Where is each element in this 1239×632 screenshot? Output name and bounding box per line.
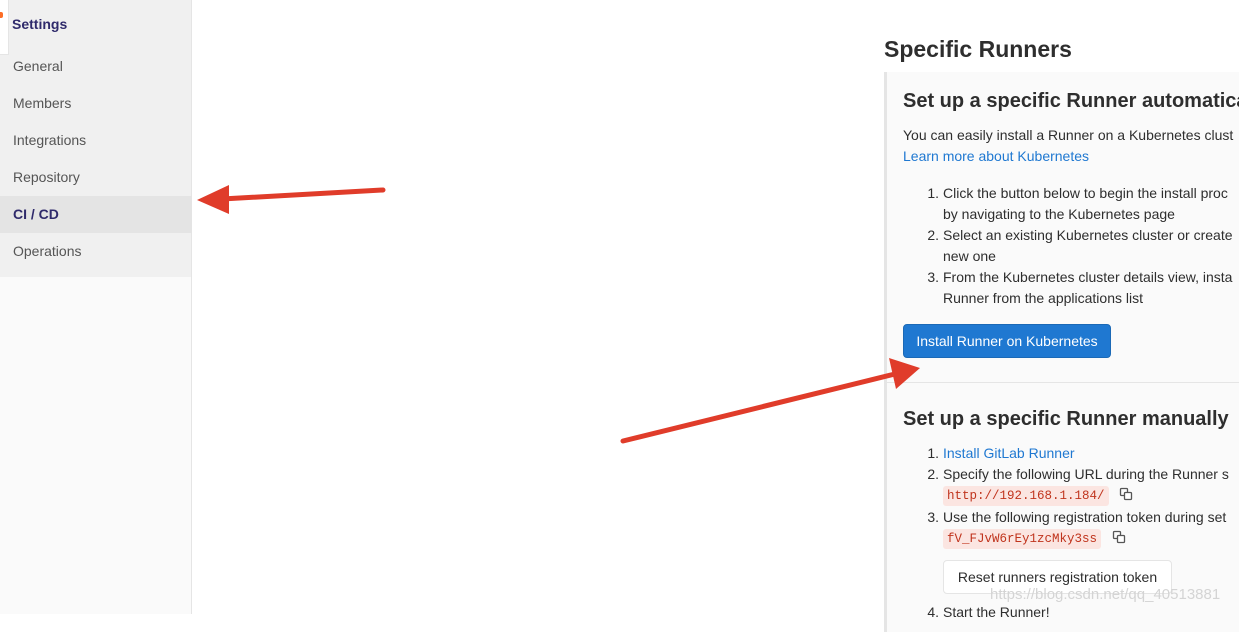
- sidebar-accent-mark: [0, 12, 3, 18]
- sidebar-item-members[interactable]: Members: [0, 85, 192, 122]
- auto-step-text: From the Kubernetes cluster details view…: [943, 269, 1233, 285]
- page-title: Specific Runners: [884, 36, 1072, 62]
- auto-setup-intro: You can easily install a Runner on a Kub…: [903, 127, 1234, 143]
- manual-step-number: 4.: [927, 604, 939, 620]
- manual-step-number: 3.: [927, 509, 939, 525]
- registration-token-code: fV_FJvW6rEy1zcMky3ss: [943, 529, 1102, 549]
- auto-step-number: 1.: [927, 185, 939, 201]
- auto-step-text: by navigating to the Kubernetes page: [943, 206, 1175, 222]
- manual-step-number: 2.: [927, 466, 939, 482]
- sidebar-item-general[interactable]: General: [0, 48, 192, 85]
- sidebar-title-settings[interactable]: Settings: [12, 16, 67, 32]
- manual-step-text: Start the Runner!: [943, 604, 1050, 620]
- sidebar: Settings General Members Integrations Re…: [0, 0, 192, 614]
- arrow-to-ci-cd: [197, 185, 386, 214]
- copy-icon[interactable]: [1112, 530, 1126, 544]
- manual-step-number: 1.: [927, 445, 939, 461]
- copy-icon[interactable]: [1119, 487, 1133, 501]
- install-runner-kubernetes-button[interactable]: Install Runner on Kubernetes: [903, 324, 1111, 358]
- sidebar-edge: [0, 0, 9, 55]
- auto-step-text: Click the button below to begin the inst…: [943, 185, 1228, 201]
- sidebar-item-repository[interactable]: Repository: [0, 159, 192, 196]
- sidebar-item-integrations[interactable]: Integrations: [0, 122, 192, 159]
- auto-step-text: Runner from the applications list: [943, 290, 1143, 306]
- watermark: https://blog.csdn.net/qq_40513881: [990, 586, 1221, 603]
- section-divider: [887, 382, 1239, 383]
- auto-step-text: new one: [943, 248, 996, 264]
- install-gitlab-runner-link[interactable]: Install GitLab Runner: [943, 443, 1075, 464]
- manual-step-text: Use the following registration token dur…: [943, 509, 1227, 525]
- sidebar-item-ci-cd[interactable]: CI / CD: [0, 196, 192, 233]
- auto-step-number: 3.: [927, 269, 939, 285]
- arrow-to-install-button: [620, 358, 920, 444]
- auto-step-number: 2.: [927, 227, 939, 243]
- manual-setup-heading: Set up a specific Runner manually: [903, 408, 1229, 430]
- auto-setup-heading: Set up a specific Runner automatica: [903, 90, 1239, 112]
- auto-step-text: Select an existing Kubernetes cluster or…: [943, 227, 1233, 243]
- sidebar-item-operations[interactable]: Operations: [0, 233, 192, 270]
- runner-url-code: http://192.168.1.184/: [943, 486, 1109, 506]
- manual-step-text: Specify the following URL during the Run…: [943, 466, 1229, 482]
- learn-more-kubernetes-link[interactable]: Learn more about Kubernetes: [903, 146, 1089, 167]
